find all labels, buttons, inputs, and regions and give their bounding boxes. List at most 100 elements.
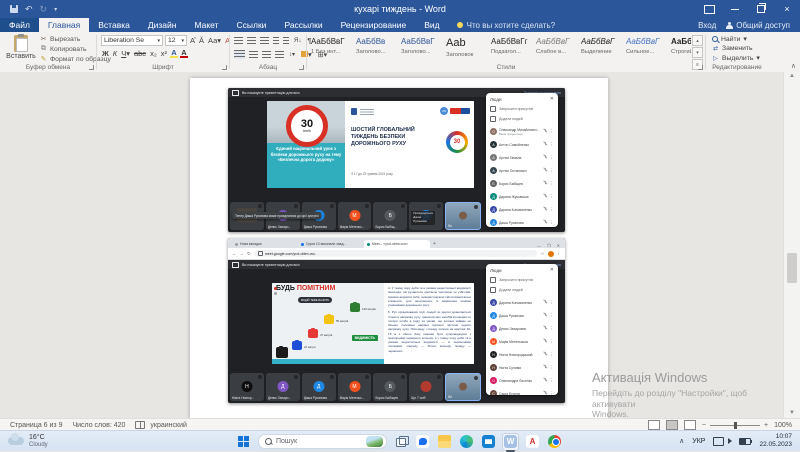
style-item[interactable]: АаБбВвГ Сильное... xyxy=(626,35,667,58)
minimize-button[interactable] xyxy=(722,0,748,18)
text-highlight-button[interactable]: А xyxy=(170,50,178,58)
styles-scroll-down-button[interactable]: ▾ xyxy=(692,47,703,58)
superscript-button[interactable]: х² xyxy=(160,49,168,58)
tab-file[interactable]: Файл xyxy=(0,18,39,32)
url-field[interactable]: meet.google.com/yrot-obtm-vcu xyxy=(254,250,538,257)
mic-off-icon[interactable] xyxy=(544,391,548,395)
bullets-button[interactable] xyxy=(234,37,243,44)
paragraph-dialog-launcher[interactable] xyxy=(299,65,304,70)
weather-widget[interactable]: 16°C Cloudy xyxy=(8,434,48,448)
page-indicator[interactable]: Страница 6 из 9 xyxy=(10,422,62,429)
more-options-icon[interactable]: ⋮ xyxy=(550,313,555,319)
tab-layout[interactable]: Макет xyxy=(185,18,227,32)
select-button[interactable]: ▷Выделить ▾ xyxy=(712,54,760,62)
mic-off-icon[interactable] xyxy=(544,207,548,212)
taskbar-clock[interactable]: 10:07 22.05.2023 xyxy=(759,433,792,449)
back-icon[interactable]: ← xyxy=(232,251,237,256)
more-options-icon[interactable]: ⋮ xyxy=(550,339,555,345)
participant-row[interactable]: А Антон Самойленко ⋮ xyxy=(486,138,558,151)
more-options-icon[interactable]: ⋮ xyxy=(550,194,555,200)
tab-insert[interactable]: Вставка xyxy=(89,18,139,32)
grow-font-button[interactable]: А̂ xyxy=(189,36,196,45)
browser-tab[interactable]: Нова вкладка xyxy=(232,240,298,248)
clipboard-dialog-launcher[interactable] xyxy=(89,65,94,70)
save-icon[interactable] xyxy=(10,5,18,13)
scroll-down-icon[interactable]: ▼ xyxy=(784,409,800,418)
participant-tile[interactable]: Б Борис Бабіщев xyxy=(373,373,407,401)
more-options-icon[interactable]: ⋮ xyxy=(550,326,555,332)
underline-button[interactable]: Ч▾ xyxy=(120,49,131,58)
mic-off-icon[interactable] xyxy=(544,142,548,147)
participant-row[interactable]: А Артем Гамала ⋮ xyxy=(486,151,558,164)
replace-button[interactable]: ⇄Заменить xyxy=(712,45,760,52)
system-tray-icons[interactable] xyxy=(713,437,751,446)
shrink-font-button[interactable]: А̌ xyxy=(198,36,205,45)
language-switcher[interactable]: УКР xyxy=(692,438,705,445)
word-count[interactable]: Число слов: 420 xyxy=(72,422,125,429)
style-item[interactable]: АаБбВвГ Слабое в... xyxy=(536,35,577,58)
participant-tile[interactable]: Д Денис Захаро... xyxy=(266,373,300,401)
participant-tile[interactable]: Ще 7 осіб xyxy=(409,373,443,401)
read-mode-button[interactable] xyxy=(648,420,660,430)
participant-tile[interactable]: Д Даша Русанова xyxy=(302,373,336,401)
font-color-button[interactable]: А xyxy=(180,50,188,58)
hidden-icons-chevron[interactable]: ∧ xyxy=(679,437,684,445)
participant-row[interactable]: Д Дарина Коноваленко ⋮ xyxy=(486,203,558,216)
more-options-icon[interactable]: ⋮ xyxy=(550,168,555,174)
mic-off-icon[interactable] xyxy=(544,129,548,134)
zoom-slider[interactable]: − + xyxy=(702,422,768,429)
participant-row[interactable]: Д Денис Захарович ⋮ xyxy=(486,322,558,335)
redo-icon[interactable]: ↻ xyxy=(40,4,48,15)
paste-button[interactable]: Вставить xyxy=(6,35,36,60)
scrollbar-thumb[interactable] xyxy=(787,253,797,283)
undo-icon[interactable]: ↶ xyxy=(25,4,33,15)
tab-home[interactable]: Главная xyxy=(39,18,89,32)
participant-row[interactable]: Н Нікіта Новгородський ⋮ xyxy=(486,348,558,361)
more-options-icon[interactable]: ⋮ xyxy=(550,300,555,306)
language-indicator[interactable]: украинский xyxy=(150,422,187,429)
tab-design[interactable]: Дизайн xyxy=(139,18,186,32)
find-button[interactable]: Найти ▾ xyxy=(712,35,760,43)
browser-menu-icon[interactable]: ⋮ xyxy=(557,251,562,257)
add-people-action[interactable]: Додати людей xyxy=(486,285,558,295)
restore-button[interactable] xyxy=(748,0,774,18)
justify-button[interactable] xyxy=(275,51,284,58)
font-family-combobox[interactable]: Liberation Se▾ xyxy=(101,35,163,46)
font-size-combobox[interactable]: 12▾ xyxy=(165,35,187,46)
zoom-thumb[interactable] xyxy=(734,422,737,429)
mic-off-icon[interactable] xyxy=(544,339,548,344)
scroll-up-icon[interactable]: ▲ xyxy=(784,72,800,81)
close-icon[interactable]: ✕ xyxy=(550,96,554,102)
zoom-level[interactable]: 100% xyxy=(774,422,792,429)
participant-row[interactable]: А Артем Остапович ⋮ xyxy=(486,164,558,177)
browser-tab[interactable]: Meet – «yrot-obtm-vcu» xyxy=(364,240,430,248)
font-dialog-launcher[interactable] xyxy=(222,65,227,70)
more-options-icon[interactable]: ⋮ xyxy=(550,352,555,358)
microsoft-store-icon[interactable] xyxy=(482,435,495,448)
change-case-button[interactable]: Аа▾ xyxy=(207,36,222,45)
pdf-app-icon[interactable] xyxy=(526,435,539,448)
participant-row[interactable]: О Олександра Лисенко ⋮ xyxy=(486,374,558,387)
refresh-icon[interactable]: ↻ xyxy=(247,251,251,257)
mic-off-icon[interactable] xyxy=(544,181,548,186)
mic-off-icon[interactable] xyxy=(544,326,548,331)
styles-scroll-up-button[interactable]: ▴ xyxy=(692,35,703,46)
sign-in-button[interactable]: Вход xyxy=(698,21,716,30)
style-item[interactable]: АаБбВв Строгий xyxy=(671,35,691,58)
subscript-button[interactable]: х₂ xyxy=(149,49,158,58)
close-button[interactable]: × xyxy=(774,0,800,18)
chrome-browser-icon[interactable] xyxy=(548,435,561,448)
browser-tab[interactable]: Група 10 виконали завд... xyxy=(298,240,364,248)
ribbon-display-options-button[interactable] xyxy=(696,0,722,18)
style-item[interactable]: АаБбВв Заголово... xyxy=(356,35,397,58)
tab-references[interactable]: Ссылки xyxy=(228,18,276,32)
mic-off-icon[interactable] xyxy=(544,168,548,173)
line-spacing-button[interactable]: ↕▾ xyxy=(288,51,296,58)
tab-mailings[interactable]: Рассылки xyxy=(275,18,331,32)
pin-participants-action[interactable]: Запросити присутніх xyxy=(486,104,558,114)
tab-review[interactable]: Рецензирование xyxy=(332,18,416,32)
participant-tile[interactable]: Н Нікіта Новгор... xyxy=(230,373,264,401)
align-right-button[interactable] xyxy=(262,51,271,58)
qat-customize-icon[interactable]: ▾ xyxy=(54,6,57,13)
mic-off-icon[interactable] xyxy=(544,155,548,160)
